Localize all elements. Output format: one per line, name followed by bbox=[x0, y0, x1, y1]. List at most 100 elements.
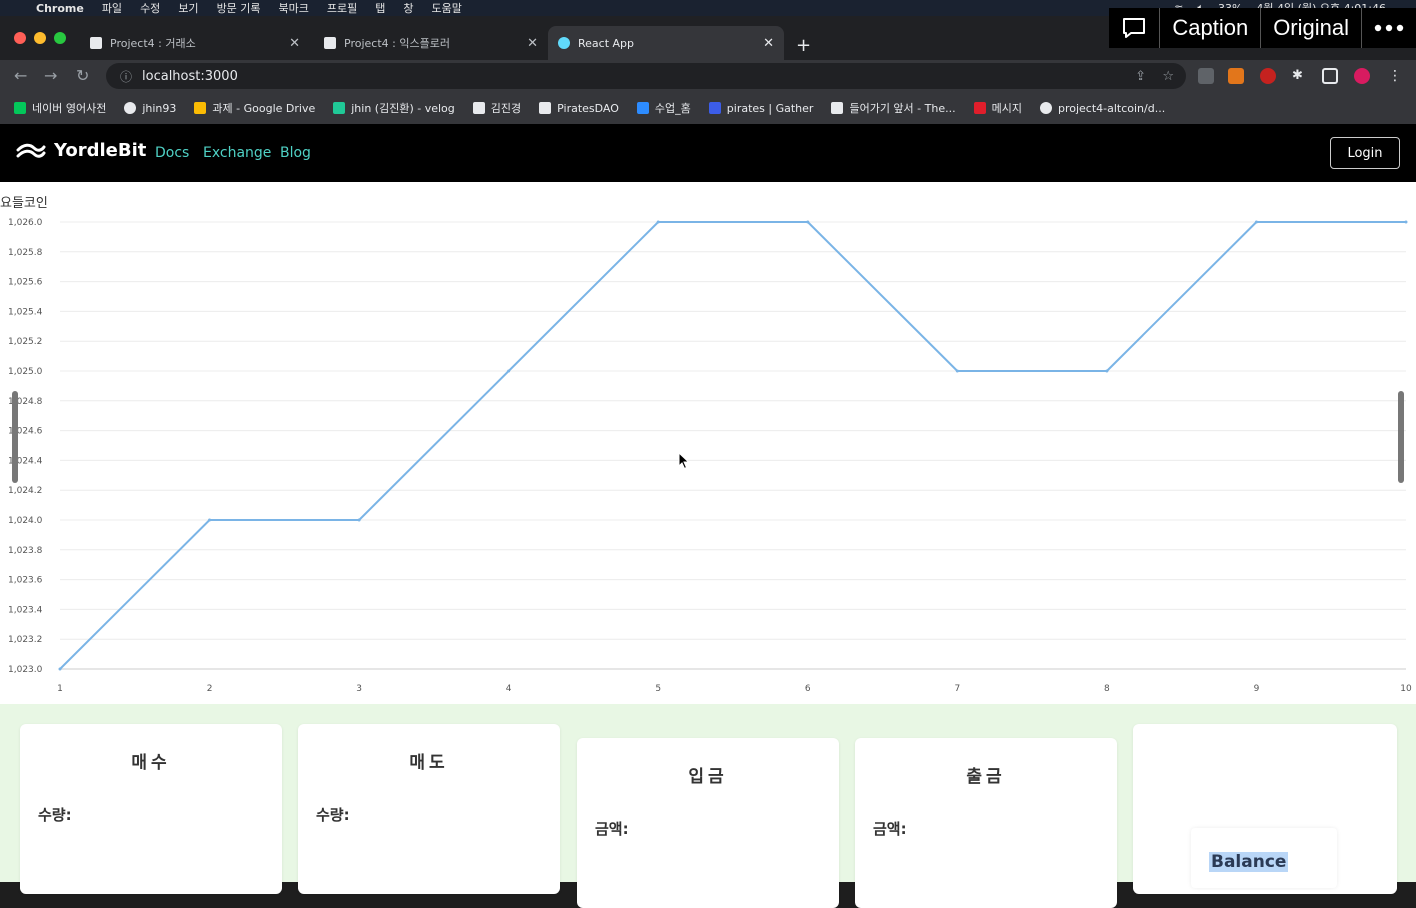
sell-quantity-label: 수량: bbox=[316, 806, 350, 824]
menubar-item[interactable]: 창 bbox=[403, 0, 413, 16]
bookmarks-bar: 네이버 영어사전 jhin93 과제 - Google Drive jhin (… bbox=[0, 92, 1416, 124]
close-tab-icon[interactable]: ✕ bbox=[289, 36, 300, 51]
x-tick-label: 5 bbox=[655, 684, 661, 694]
close-tab-icon[interactable]: ✕ bbox=[527, 36, 538, 51]
x-tick-label: 2 bbox=[207, 684, 213, 694]
original-button[interactable]: Original bbox=[1260, 8, 1361, 48]
bookmark-item[interactable]: PiratesDAO bbox=[539, 102, 619, 115]
bookmark-item[interactable]: project4-altcoin/d... bbox=[1039, 102, 1165, 115]
bookmark-item[interactable]: 네이버 영어사전 bbox=[14, 100, 106, 116]
close-window-button[interactable] bbox=[14, 32, 26, 44]
scroll-handle[interactable] bbox=[12, 391, 18, 483]
address-url: localhost:3000 bbox=[142, 68, 238, 84]
forward-icon[interactable]: → bbox=[44, 66, 57, 85]
bookmark-item[interactable]: 수업_홈 bbox=[636, 100, 691, 116]
login-button[interactable]: Login bbox=[1330, 137, 1400, 169]
bookmark-item[interactable]: jhin (김진환) - velog bbox=[333, 100, 455, 116]
puzzle-icon[interactable]: ✱ bbox=[1292, 68, 1308, 84]
sidepanel-icon[interactable] bbox=[1322, 68, 1338, 84]
brand-logo[interactable]: YordleBit bbox=[16, 140, 146, 161]
data-point bbox=[656, 220, 660, 224]
x-tick-label: 1 bbox=[57, 684, 63, 694]
tab-title: Project4 : 익스플로러 bbox=[344, 37, 450, 50]
menubar-item[interactable]: 파일 bbox=[102, 0, 122, 16]
nav-link-docs[interactable]: Docs bbox=[155, 145, 189, 161]
withdraw-card: 출금 금액: bbox=[855, 738, 1117, 908]
video-caption-overlay: Caption Original bbox=[1109, 8, 1416, 48]
menubar-item[interactable]: 방문 기록 bbox=[217, 0, 261, 16]
price-series-line bbox=[59, 221, 1406, 670]
y-tick-label: 1,025.2 bbox=[8, 337, 42, 347]
y-tick-label: 1,024.2 bbox=[8, 486, 42, 496]
reload-icon[interactable]: ↻ bbox=[76, 66, 89, 85]
bookmark-star-icon[interactable]: ☆ bbox=[1162, 69, 1174, 84]
balance-card: Balance bbox=[1133, 724, 1397, 894]
nav-link-blog[interactable]: Blog bbox=[280, 145, 311, 161]
bookmark-item[interactable]: jhin93 bbox=[124, 102, 176, 115]
bookmark-label: 네이버 영어사전 bbox=[32, 102, 107, 115]
page-icon bbox=[90, 37, 102, 49]
menubar-app-name[interactable]: Chrome bbox=[36, 2, 84, 15]
y-tick-label: 1,024.0 bbox=[8, 516, 43, 526]
x-tick-label: 3 bbox=[356, 684, 362, 694]
share-icon[interactable]: ⇪ bbox=[1135, 69, 1146, 84]
bookmark-item[interactable]: 메시지 bbox=[973, 100, 1022, 116]
buy-card-title: 매수 bbox=[131, 753, 171, 773]
minimize-window-button[interactable] bbox=[34, 32, 46, 44]
caption-button[interactable]: Caption bbox=[1159, 8, 1260, 48]
y-tick-label: 1,023.8 bbox=[8, 546, 43, 556]
gather-icon bbox=[708, 102, 721, 114]
nav-link-exchange[interactable]: Exchange bbox=[203, 145, 271, 161]
close-tab-icon[interactable]: ✕ bbox=[763, 36, 774, 51]
extension-icon[interactable] bbox=[1198, 68, 1214, 84]
y-tick-label: 1,023.6 bbox=[8, 576, 43, 586]
menubar-item[interactable]: 탭 bbox=[375, 0, 385, 16]
tab-title: React App bbox=[578, 36, 635, 50]
bookmark-label: 수업_홈 bbox=[654, 102, 691, 115]
y-tick-label: 1,023.4 bbox=[8, 605, 43, 615]
zoom-window-button[interactable] bbox=[54, 32, 66, 44]
bookmark-item[interactable]: 김진경 bbox=[472, 100, 521, 116]
zoom-icon bbox=[636, 102, 649, 114]
bookmark-item[interactable]: pirates | Gather bbox=[708, 102, 813, 115]
menubar-item[interactable]: 수정 bbox=[140, 0, 160, 16]
data-point bbox=[1254, 220, 1258, 224]
x-tick-label: 6 bbox=[805, 684, 811, 694]
browser-tab-active[interactable]: React App ✕ bbox=[548, 26, 784, 60]
y-tick-label: 1,023.2 bbox=[8, 635, 42, 645]
comment-icon[interactable] bbox=[1109, 8, 1159, 48]
window-controls bbox=[14, 32, 66, 44]
menubar-item[interactable]: 보기 bbox=[178, 0, 198, 16]
new-tab-icon[interactable]: + bbox=[796, 35, 811, 56]
extension-icon[interactable] bbox=[1260, 68, 1276, 84]
browser-tab[interactable]: Project4 : 거래소 ✕ bbox=[80, 26, 310, 60]
address-bar[interactable]: ⓘ localhost:3000 ⇪ ☆ bbox=[106, 63, 1186, 89]
browser-tab[interactable]: Project4 : 익스플로러 ✕ bbox=[314, 26, 548, 60]
youtube-icon bbox=[973, 102, 986, 114]
menubar-item[interactable]: 북마크 bbox=[279, 0, 309, 16]
github-icon bbox=[1039, 102, 1052, 114]
buy-card: 매수 수량: bbox=[20, 724, 282, 894]
sell-card-title: 매도 bbox=[409, 753, 449, 773]
menubar-item[interactable]: 도움말 bbox=[432, 0, 462, 16]
bookmark-label: 메시지 bbox=[991, 102, 1022, 115]
bookmark-item[interactable]: 과제 - Google Drive bbox=[194, 100, 315, 116]
wave-logo-icon bbox=[16, 143, 46, 158]
metamask-icon[interactable] bbox=[1228, 68, 1244, 84]
react-icon bbox=[558, 37, 570, 49]
scroll-handle[interactable] bbox=[1398, 391, 1404, 483]
profile-avatar[interactable] bbox=[1354, 68, 1370, 84]
action-cards: 매수 수량: 매도 수량: 입금 금액: 출금 금액: Balance bbox=[0, 722, 1416, 908]
more-options-icon[interactable] bbox=[1361, 8, 1416, 48]
bookmark-label: jhin93 bbox=[142, 101, 177, 115]
bookmark-label: jhin (김진환) - velog bbox=[351, 102, 455, 115]
bookmark-item[interactable]: 들어가기 앞서 - The... bbox=[831, 100, 956, 116]
x-tick-label: 7 bbox=[954, 684, 960, 694]
menu-kebab-icon[interactable]: ⋮ bbox=[1388, 68, 1404, 84]
info-icon[interactable]: ⓘ bbox=[120, 68, 132, 85]
back-icon[interactable]: ← bbox=[14, 66, 27, 85]
buy-quantity-label: 수량: bbox=[38, 806, 72, 824]
menubar-item[interactable]: 프로필 bbox=[327, 0, 357, 16]
data-point bbox=[806, 220, 810, 224]
brand-name: YordleBit bbox=[54, 140, 147, 161]
